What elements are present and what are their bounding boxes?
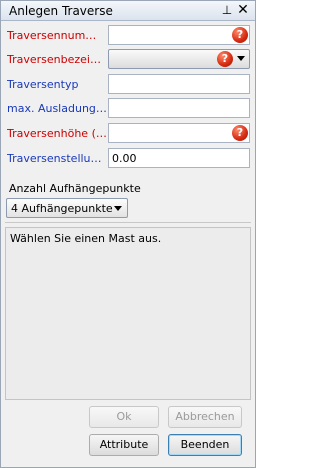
aufhaengepunkte-label: Anzahl Aufhängepunkte bbox=[9, 182, 141, 195]
chevron-down-icon bbox=[114, 206, 122, 211]
attribute-button[interactable]: Attribute bbox=[89, 434, 159, 456]
label-traversentyp: Traversentyp bbox=[7, 78, 79, 91]
row-max-ausladung: max. Ausladung(m) bbox=[1, 97, 255, 121]
aufhaengepunkte-select[interactable]: 4 Aufhängepunkte bbox=[6, 198, 128, 218]
row-traversenstellung: Traversenstellung... 0.00 bbox=[1, 147, 255, 171]
message-box: Wählen Sie einen Mast aus. bbox=[5, 227, 251, 400]
required-help-icon[interactable]: ? bbox=[217, 51, 233, 67]
anlegen-traverse-panel: Anlegen Traverse ⊥ ✕ Traversennummer ? T… bbox=[0, 0, 256, 468]
chevron-down-icon bbox=[237, 56, 245, 61]
required-help-icon[interactable]: ? bbox=[232, 27, 248, 43]
label-traversenbezeichnung: Traversenbezeich... bbox=[7, 53, 107, 66]
abbrechen-button[interactable]: Abbrechen bbox=[168, 406, 242, 428]
row-traversenhoehe: Traversenhöhe (m) ? bbox=[1, 122, 255, 146]
close-icon[interactable]: ✕ bbox=[236, 3, 250, 17]
divider bbox=[5, 222, 251, 223]
required-help-icon[interactable]: ? bbox=[232, 125, 248, 141]
max-ausladung-input[interactable] bbox=[108, 98, 250, 118]
row-traversentyp: Traversentyp bbox=[1, 73, 255, 97]
label-traversennummer: Traversennummer bbox=[7, 29, 107, 42]
traversentyp-input[interactable] bbox=[108, 74, 250, 94]
row-traversennummer: Traversennummer ? bbox=[1, 24, 255, 48]
row-traversenbezeichnung: Traversenbezeich... ? bbox=[1, 48, 255, 72]
message-text: Wählen Sie einen Mast aus. bbox=[10, 232, 162, 245]
label-traversenhoehe: Traversenhöhe (m) bbox=[7, 127, 107, 140]
traversenhoehe-input[interactable] bbox=[108, 123, 250, 143]
traversennummer-input[interactable] bbox=[108, 25, 250, 45]
title-bar: Anlegen Traverse ⊥ ✕ bbox=[1, 1, 255, 21]
beenden-button[interactable]: Beenden bbox=[168, 434, 242, 456]
traversenstellung-input[interactable]: 0.00 bbox=[108, 148, 250, 168]
aufhaengepunkte-selected: 4 Aufhängepunkte bbox=[11, 202, 113, 215]
label-traversenstellung: Traversenstellung... bbox=[7, 152, 107, 165]
label-max-ausladung: max. Ausladung(m) bbox=[7, 102, 107, 115]
ok-button[interactable]: Ok bbox=[89, 406, 159, 428]
traversenbezeichnung-combo[interactable]: ? bbox=[108, 49, 250, 69]
pin-icon[interactable]: ⊥ bbox=[220, 3, 234, 17]
window-title: Anlegen Traverse bbox=[9, 4, 113, 18]
